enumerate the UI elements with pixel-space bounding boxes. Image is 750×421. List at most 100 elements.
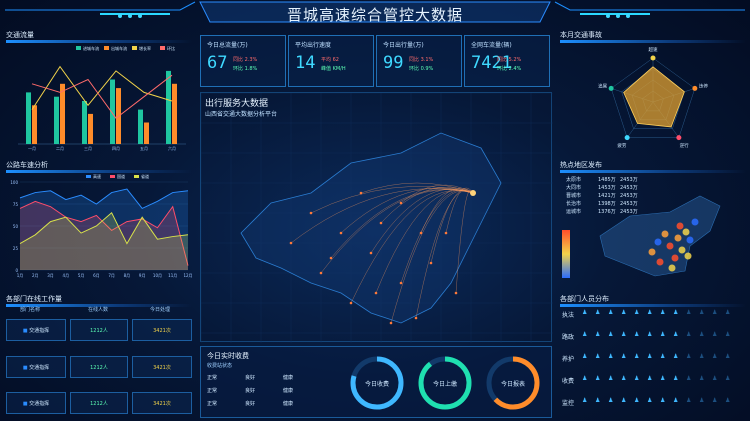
kpi-sub: 环比 0.9% <box>409 66 434 72</box>
x-tick: 9月 <box>139 273 146 278</box>
city-dot <box>369 251 373 255</box>
person-icon: ♟ <box>582 331 588 338</box>
col-header: 部门名称 <box>20 307 41 313</box>
person-icon: ♟ <box>595 331 601 338</box>
person-icon: ♟ <box>660 375 666 382</box>
series-line <box>31 65 173 110</box>
map-subtitle: 山西省交通大数据分析平台 <box>205 111 278 118</box>
city-dot <box>389 321 393 325</box>
heat-dot <box>654 238 662 246</box>
legend-label: 高速 <box>93 174 101 179</box>
table-row[interactable]: ■ 交通指挥 1212人 3421次 <box>6 319 192 341</box>
person-icon: ♟ <box>699 309 705 316</box>
city-dot <box>349 301 353 305</box>
heat-dot <box>666 242 674 250</box>
kpi-sub: 同比 2.3% <box>233 57 258 63</box>
speed-panel-title: 公路车速分析 <box>6 161 48 169</box>
city-dot <box>319 271 323 275</box>
person-icon: ♟ <box>634 375 640 382</box>
person-icon: ♟ <box>712 331 718 338</box>
axis-label: 追尾 <box>598 83 607 90</box>
city-dot <box>379 221 383 225</box>
divider <box>6 170 192 173</box>
person-icon: ♟ <box>725 397 731 404</box>
kpi-card[interactable]: 平均出行速度 14 平均 62 峰值 KM/H <box>288 35 374 87</box>
bar <box>60 83 65 144</box>
tick-label: 四月 <box>112 146 120 151</box>
kpi-card[interactable]: 全网车流量(辆) 7421 同比 5.2% 环比 2.4% <box>464 35 550 87</box>
x-tick: 4月 <box>63 273 70 278</box>
person-icon: ♟ <box>582 309 588 316</box>
heat-dot <box>684 252 692 260</box>
speed-area-chart: 1007550250高速 国道 省道1月 2月 3月 4月 5月 6月 7月 8月 9月 10月 11月… <box>10 174 192 278</box>
person-icon: ♟ <box>725 309 731 316</box>
city-dot <box>399 201 403 205</box>
person-icon: ♟ <box>634 353 640 360</box>
city-dot <box>454 291 458 295</box>
kpi-sub: 平均 62 <box>321 57 339 63</box>
dept-panel-title: 各部门在线工作量 <box>6 295 62 303</box>
tick-label: 五月 <box>140 146 148 151</box>
map-panel[interactable]: 出行服务大数据 山西省交通大数据分析平台 <box>200 92 562 364</box>
dashboard: 晋城高速综合管控大数据 交通流量 进城车流 出城车流 增长率 环比 一月 二月 三月 四月 五月… <box>0 0 750 421</box>
radar-node <box>650 55 656 61</box>
kpi-card[interactable]: 今日总流量(万) 67 同比 2.3% 环比 1.8% <box>200 35 286 87</box>
kpi-sub: 同比 3.1% <box>409 57 434 63</box>
divider <box>560 304 746 307</box>
hot-panel-title: 热点地区发布 <box>560 161 602 169</box>
staff-row-label: 监控 <box>562 400 575 407</box>
bar <box>54 96 59 144</box>
table-row[interactable]: ■ 交通指挥 1212人 3421次 <box>6 356 192 378</box>
heat-map <box>562 195 721 278</box>
city-dot <box>444 231 448 235</box>
person-icon: ♟ <box>634 309 640 316</box>
divider <box>560 40 746 43</box>
staff-row-label: 执法 <box>562 312 575 319</box>
y-tick: 100 <box>10 180 18 185</box>
page-title: 晋城高速综合管控大数据 <box>286 6 463 24</box>
city-dot <box>374 291 378 295</box>
legend-item: 进城车流 <box>76 45 99 51</box>
person-icon: ♟ <box>595 309 601 316</box>
person-icon: ♟ <box>660 353 666 360</box>
cell-count: 3421次 <box>132 392 192 414</box>
person-icon: ♟ <box>595 375 601 382</box>
person-icon: ♟ <box>686 331 692 338</box>
person-icon: ♟ <box>647 375 653 382</box>
kpi-sub: 峰值 KM/H <box>321 66 346 72</box>
table-row[interactable]: ■ 交通指挥 1212人 3421次 <box>6 392 192 414</box>
person-icon: ♟ <box>686 309 692 316</box>
legend-item: 国道 <box>110 174 125 179</box>
kpi-card[interactable]: 今日出行量(万) 99 同比 3.1% 环比 0.9% <box>376 35 462 87</box>
cell-online: 1212人 <box>70 392 128 414</box>
person-icon: ♟ <box>582 397 588 404</box>
city-dot <box>429 261 433 265</box>
china-map[interactable] <box>200 92 562 364</box>
person-icon: ♟ <box>725 375 731 382</box>
heat-dot <box>676 222 684 230</box>
radar-node <box>608 85 614 91</box>
map-title: 出行服务大数据 <box>205 99 269 109</box>
heat-dot <box>678 246 686 254</box>
divider <box>6 40 192 43</box>
person-icon: ♟ <box>699 397 705 404</box>
staff-panel-title: 各部门人员分布 <box>560 295 609 303</box>
bar <box>82 101 87 144</box>
kpi-label: 今日总流量(万) <box>207 42 248 49</box>
bar <box>88 113 93 144</box>
heat-dot <box>691 218 699 226</box>
axis-label: 违停 <box>699 83 708 90</box>
divider <box>560 170 746 173</box>
radar-node <box>692 85 698 91</box>
kpi-sub: 环比 2.4% <box>497 66 522 72</box>
y-tick: 25 <box>13 246 19 251</box>
cell-dept: ■ 交通指挥 <box>6 356 66 378</box>
x-tick: 6月 <box>93 273 100 278</box>
heat-dot <box>686 236 694 244</box>
bar <box>166 70 171 144</box>
legend-item: 增长率 <box>132 45 151 51</box>
person-icon: ♟ <box>621 309 627 316</box>
bar <box>144 122 149 144</box>
person-icon: ♟ <box>712 397 718 404</box>
person-icon: ♟ <box>712 309 718 316</box>
